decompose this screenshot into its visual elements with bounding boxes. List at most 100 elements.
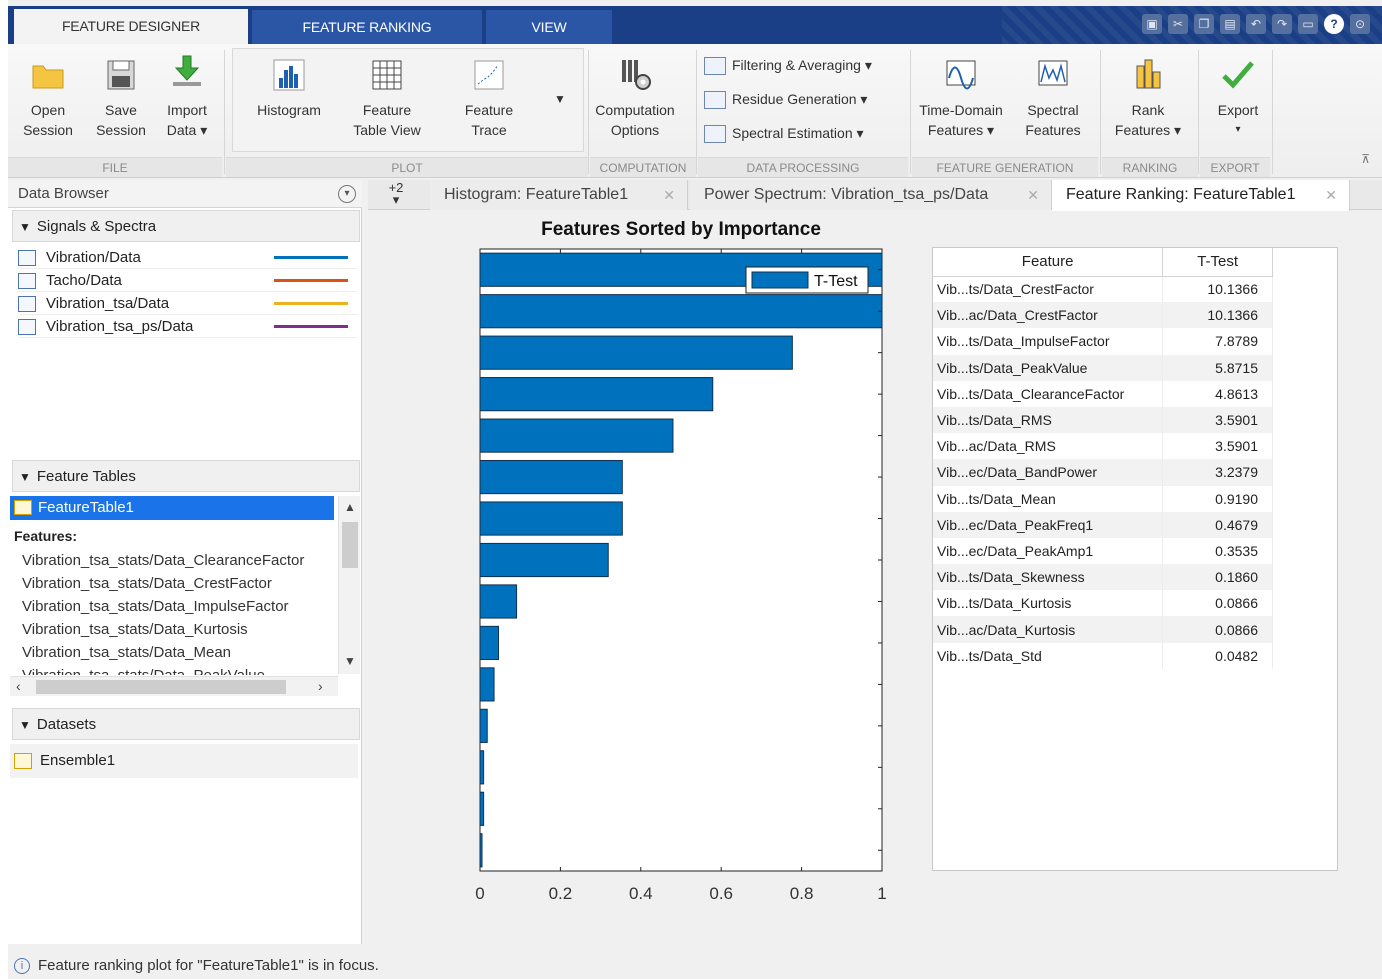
residue-generation-button[interactable]: Residue Generation ▾: [704, 88, 867, 110]
table-row[interactable]: Vib...ec/Data_PeakFreq1 0.4679: [933, 511, 1273, 538]
column-header-feature[interactable]: Feature: [933, 248, 1164, 277]
tab-feature-ranking[interactable]: FEATURE RANKING: [252, 10, 482, 44]
undo-icon[interactable]: ↶: [1246, 14, 1266, 34]
help-icon[interactable]: ?: [1324, 14, 1344, 34]
vertical-scrollbar[interactable]: ▲ ▼: [338, 496, 360, 674]
paste-icon[interactable]: ▤: [1220, 14, 1240, 34]
feature-list-item[interactable]: Vibration_tsa_stats/Data_CrestFactor: [22, 573, 336, 595]
bar[interactable]: [479, 294, 883, 329]
histogram-button[interactable]: Histogram: [246, 56, 332, 120]
table-row[interactable]: Vib...ts/Data_ClearanceFactor 4.8613: [933, 380, 1273, 407]
table-row[interactable]: Vib...ac/Data_Kurtosis 0.0866: [933, 616, 1273, 643]
export-button[interactable]: Export ▾: [1204, 56, 1272, 140]
table-row[interactable]: Vib...ac/Data_CrestFactor 10.1366: [933, 302, 1273, 329]
gear-icon: [622, 60, 651, 90]
table-row[interactable]: Vib...ec/Data_BandPower 3.2379: [933, 459, 1273, 486]
ranking-table[interactable]: Feature T-Test Vib...ts/Data_CrestFactor…: [933, 248, 1273, 669]
feature-list-item[interactable]: Vibration_tsa_stats/Data_ImpulseFactor: [22, 596, 336, 618]
scroll-up-icon[interactable]: ▲: [344, 500, 356, 514]
signal-row[interactable]: Vibration_tsa/Data: [18, 292, 358, 315]
redo-icon[interactable]: ↷: [1272, 14, 1292, 34]
computation-options-button[interactable]: Computation Options: [592, 56, 678, 140]
table-row[interactable]: Vib...ts/Data_Std 0.0482: [933, 642, 1273, 669]
table-row[interactable]: Vib...ts/Data_Kurtosis 0.0866: [933, 590, 1273, 617]
scroll-thumb[interactable]: [36, 680, 286, 694]
bar[interactable]: [479, 708, 488, 743]
table-row[interactable]: Vib...ts/Data_ImpulseFactor 7.8789: [933, 328, 1273, 355]
save-label-1: Save: [105, 102, 137, 118]
rank-features-button[interactable]: Rank Features ▾: [1106, 56, 1190, 140]
bar[interactable]: [479, 667, 495, 702]
dataset-item[interactable]: Ensemble1: [10, 744, 358, 778]
table-row[interactable]: Vib...ts/Data_Skewness 0.1860: [933, 564, 1273, 591]
bar[interactable]: [479, 418, 674, 453]
import-data-button[interactable]: Import Data ▾: [158, 52, 216, 140]
table-row[interactable]: Vib...ac/Data_RMS 3.5901: [933, 433, 1273, 460]
feature-list-item[interactable]: Vibration_tsa_stats/Data_Kurtosis: [22, 619, 336, 641]
tab-view[interactable]: VIEW: [486, 10, 612, 44]
feature-list-item[interactable]: Vibration_tsa_stats/Data_Mean: [22, 642, 336, 664]
table-row[interactable]: Vib...ec/Data_PeakAmp1 0.3535: [933, 537, 1273, 565]
bar[interactable]: [479, 377, 714, 412]
feature-list-item[interactable]: Vibration_tsa_stats/Data_PeakValue: [22, 665, 336, 675]
signal-icon: [18, 273, 36, 290]
scroll-left-icon[interactable]: ‹: [16, 678, 21, 694]
bar[interactable]: [479, 791, 485, 826]
save-session-button[interactable]: Save Session: [88, 56, 154, 140]
panel-menu-icon[interactable]: ▾: [338, 185, 356, 203]
horizontal-scrollbar[interactable]: ‹ ›: [10, 676, 338, 696]
feature-table-view-button[interactable]: Feature Table View: [342, 56, 432, 140]
save-icon[interactable]: ▣: [1142, 14, 1162, 34]
feature-cell: Vib...ts/Data_PeakValue: [933, 354, 1164, 381]
scroll-down-icon[interactable]: ▼: [344, 654, 356, 668]
signal-row[interactable]: Tacho/Data: [18, 269, 358, 292]
datasets-section[interactable]: ▼ Datasets: [12, 708, 360, 740]
scroll-thumb[interactable]: [342, 522, 358, 568]
signal-row[interactable]: Vibration_tsa_ps/Data: [18, 315, 358, 338]
ranking-bar-chart[interactable]: 0 0.2 0.4 0.6 0.8 1 T-Test: [458, 241, 918, 911]
scroll-right-icon[interactable]: ›: [318, 678, 323, 694]
bar[interactable]: [479, 833, 483, 868]
bar[interactable]: [479, 584, 518, 619]
bar[interactable]: [479, 542, 609, 578]
table-row[interactable]: Vib...ts/Data_CrestFactor 10.1366: [933, 276, 1273, 303]
collapse-ribbon-icon[interactable]: ⊼: [1361, 152, 1370, 166]
separator: [1198, 50, 1199, 174]
table-row[interactable]: Vib...ts/Data_PeakValue 5.8715: [933, 354, 1273, 381]
filtering-averaging-button[interactable]: Filtering & Averaging ▾: [704, 54, 872, 76]
layout-icon[interactable]: ▭: [1298, 14, 1318, 34]
signals-spectra-section[interactable]: ▼ Signals & Spectra: [12, 210, 360, 242]
spectral-features-button[interactable]: Spectral Features: [1016, 56, 1090, 140]
bar[interactable]: [479, 335, 793, 370]
waveform-icon: [946, 60, 976, 90]
table-row[interactable]: Vib...ts/Data_RMS 3.5901: [933, 406, 1273, 434]
table-row[interactable]: Vib...ts/Data_Mean 0.9190: [933, 485, 1273, 512]
feature-list-item[interactable]: Vibration_tsa_stats/Data_ClearanceFactor: [22, 550, 336, 572]
options-icon[interactable]: ⊙: [1350, 14, 1370, 34]
feature-trace-button[interactable]: Feature Trace: [444, 56, 534, 140]
feature-tables-section[interactable]: ▼ Feature Tables: [12, 460, 360, 492]
plot-gallery-expand-icon[interactable]: ▼: [554, 92, 566, 106]
close-icon[interactable]: ✕: [663, 180, 675, 210]
bar[interactable]: [479, 625, 499, 661]
bar[interactable]: [479, 750, 485, 785]
time-domain-features-button[interactable]: Time-Domain Features ▾: [914, 56, 1008, 140]
bar[interactable]: [479, 459, 623, 495]
more-tabs-button[interactable]: +2 ▾: [376, 181, 416, 206]
doc-tab-histogram[interactable]: Histogram: FeatureTable1 ✕: [430, 180, 688, 210]
cut-icon[interactable]: ✂: [1168, 14, 1188, 34]
close-icon[interactable]: ✕: [1325, 180, 1337, 210]
doc-tab-power-spectrum[interactable]: Power Spectrum: Vibration_tsa_ps/Data ✕: [690, 180, 1052, 210]
doc-tab-label: Histogram: FeatureTable1: [444, 186, 629, 203]
tab-feature-designer[interactable]: FEATURE DESIGNER: [14, 9, 248, 45]
feature-table-item[interactable]: FeatureTable1: [10, 496, 334, 520]
close-icon[interactable]: ✕: [1027, 180, 1039, 210]
open-session-button[interactable]: Open Session: [16, 56, 80, 140]
column-header-ttest[interactable]: T-Test: [1162, 248, 1273, 277]
doc-tab-feature-ranking[interactable]: Feature Ranking: FeatureTable1 ✕: [1052, 180, 1350, 211]
group-data-processing-label: DATA PROCESSING: [698, 157, 908, 177]
copy-icon[interactable]: ❐: [1194, 14, 1214, 34]
spectral-estimation-button[interactable]: Spectral Estimation ▾: [704, 122, 864, 144]
signal-row[interactable]: Vibration/Data: [18, 246, 358, 269]
bar[interactable]: [479, 501, 623, 536]
